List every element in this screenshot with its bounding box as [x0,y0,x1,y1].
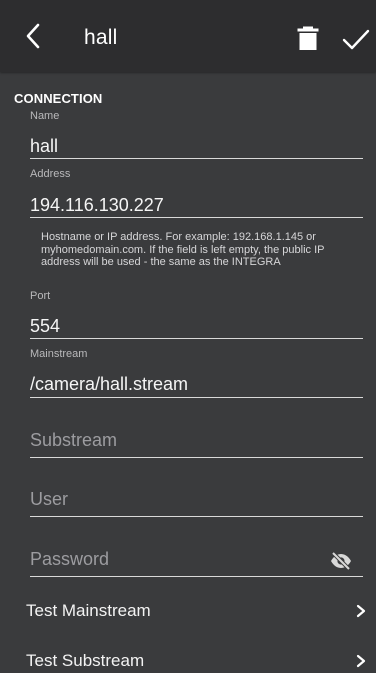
name-field-value[interactable]: hall [30,136,58,157]
test-mainstream-label: Test Mainstream [26,601,151,620]
checkmark-icon[interactable] [342,28,370,52]
port-field-underline [30,338,363,339]
eye-off-icon[interactable] [330,552,352,570]
substream-placeholder[interactable]: Substream [30,430,117,451]
name-field-label: Name [30,110,60,122]
mainstream-field-underline [30,397,363,398]
back-arrow-icon[interactable] [20,22,48,50]
address-field[interactable]: Address 194.116.130.227 [30,168,363,220]
test-substream-label: Test Substream [26,651,145,670]
user-field-underline [30,516,363,517]
password-field-underline [30,576,363,577]
camera-settings-screen: hall CONNECTION Name hall Address 194.11… [0,0,376,673]
address-field-underline [30,217,363,218]
test-mainstream-button[interactable]: Test Mainstream [0,588,376,636]
substream-field-underline [30,457,363,458]
port-field-value[interactable]: 554 [30,316,60,337]
chevron-right-icon [356,604,366,618]
app-bar: hall [0,0,376,72]
trash-icon[interactable] [296,26,320,50]
substream-field[interactable]: Substream [30,430,363,460]
address-helper-text: Hostname or IP address. For example: 192… [41,231,325,268]
section-title: CONNECTION [14,91,103,106]
mainstream-field[interactable]: Mainstream /camera/hall.stream [30,348,363,400]
name-field-underline [30,158,363,159]
user-field[interactable]: User [30,489,363,519]
user-placeholder[interactable]: User [30,489,68,510]
chevron-right-icon [356,654,366,668]
mainstream-field-value[interactable]: /camera/hall.stream [30,374,188,395]
password-placeholder[interactable]: Password [30,549,109,570]
page-title: hall [84,26,118,49]
port-field[interactable]: Port 554 [30,290,363,342]
address-field-label: Address [30,168,71,180]
mainstream-field-label: Mainstream [30,348,88,360]
name-field[interactable]: Name hall [30,110,363,162]
password-field[interactable]: Password [30,549,363,579]
test-substream-button[interactable]: Test Substream [0,638,376,673]
address-field-value[interactable]: 194.116.130.227 [30,195,164,216]
port-field-label: Port [30,290,51,302]
